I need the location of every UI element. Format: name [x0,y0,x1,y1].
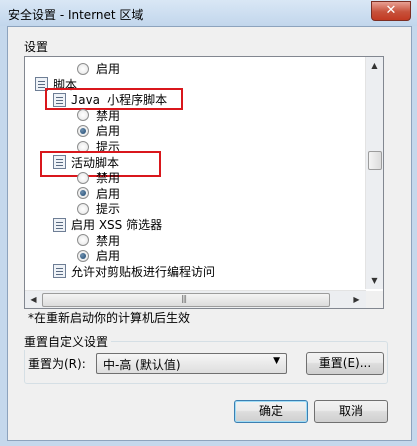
radio-unchecked-icon[interactable] [77,234,89,247]
horizontal-scroll-thumb[interactable]: ||| [42,293,330,307]
setting-option-radio[interactable]: 禁用 [77,108,120,123]
close-button[interactable]: ✕ [371,1,411,21]
horizontal-scrollbar[interactable]: ◀ ||| ▶ [25,290,366,308]
setting-label: 提示 [96,202,121,217]
radio-checked-icon[interactable] [77,124,89,137]
radio-unchecked-icon[interactable] [77,171,89,184]
setting-label: 启用 [96,249,121,264]
cancel-button[interactable]: 取消 [314,400,388,423]
settings-list[interactable]: 启用 脚本 Java 小程序脚本 禁用 启用 提示 活动脚本 禁用 启用 提示 启用 XSS 筛选器… [24,56,384,309]
setting-category: 允许对剪贴板进行编程访问 [53,264,215,279]
restart-note: *在重新启动你的计算机后生效 [28,311,191,325]
vertical-scrollbar[interactable]: ▲ ▼ [365,57,383,289]
setting-label: 启用 [96,62,121,76]
window-title: 安全设置 - Internet 区域 [8,8,144,22]
setting-label: 允许对剪贴板进行编程访问 [71,264,216,279]
setting-category: 启用 XSS 筛选器 [53,217,162,232]
reset-button[interactable]: 重置(E)... [306,352,384,375]
scroll-left-icon[interactable]: ◀ [25,291,42,308]
security-level-select[interactable]: 中-高 (默认值) ▼ [96,353,287,374]
setting-option-radio[interactable]: 启用 [77,123,120,138]
setting-label: 启用 [96,124,121,139]
setting-label: 禁用 [96,171,121,186]
close-icon: ✕ [385,3,397,18]
setting-option-radio[interactable]: 启用 [77,248,120,263]
scrollbar-corner [366,291,383,308]
settings-category-icon [53,217,66,232]
grip-icon: ||| [181,294,187,303]
vertical-scroll-thumb[interactable] [368,151,382,170]
radio-unchecked-icon[interactable] [77,202,89,215]
setting-label: 启用 [96,186,121,201]
setting-label: 禁用 [96,108,121,123]
settings-tree: 启用 脚本 Java 小程序脚本 禁用 启用 提示 活动脚本 禁用 启用 提示 启用 XSS 筛选器… [25,57,365,286]
setting-option-radio[interactable]: 禁用 [77,170,120,185]
scroll-up-icon[interactable]: ▲ [366,57,383,74]
setting-option-radio[interactable]: 启用 [77,186,120,201]
radio-unchecked-icon[interactable] [77,109,89,122]
reset-group-label: 重置自定义设置 [24,333,112,350]
settings-group-label: 设置 [24,40,49,54]
radio-checked-icon[interactable] [77,187,89,200]
scroll-right-icon[interactable]: ▶ [348,291,365,308]
settings-category-icon [53,264,66,279]
setting-label: 启用 XSS 筛选器 [71,218,163,232]
ok-button[interactable]: 确定 [234,400,308,423]
chevron-down-icon: ▼ [273,356,280,366]
setting-option-radio[interactable]: 启用 [77,61,120,76]
setting-option-radio[interactable]: 禁用 [77,233,120,248]
reset-to-label: 重置为(R): [28,357,86,371]
radio-unchecked-icon[interactable] [77,62,89,75]
scroll-down-icon[interactable]: ▼ [366,272,383,289]
setting-label: 禁用 [96,233,121,248]
setting-option-radio[interactable]: 提示 [77,201,120,216]
title-bar: 安全设置 - Internet 区域 ✕ [0,0,417,26]
radio-checked-icon[interactable] [77,249,89,262]
security-level-value: 中-高 (默认值) [103,358,181,372]
